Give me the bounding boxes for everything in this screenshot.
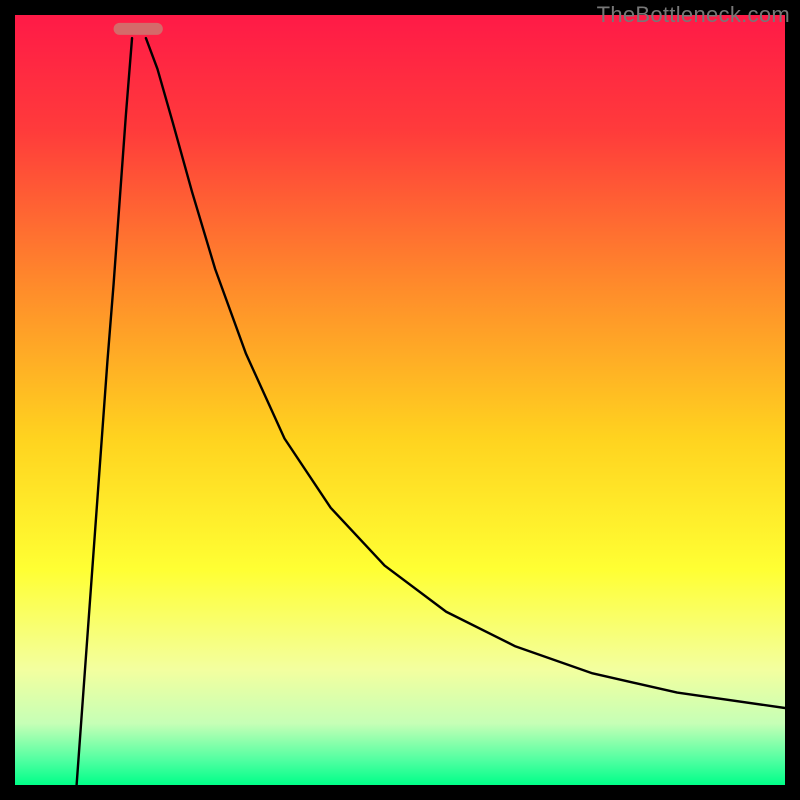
watermark-text: TheBottleneck.com — [597, 2, 790, 28]
marker-pill — [114, 23, 163, 35]
plot-area — [15, 15, 785, 785]
chart-frame: TheBottleneck.com — [0, 0, 800, 800]
chart-svg — [15, 15, 785, 785]
bottom-marker — [114, 23, 163, 35]
gradient-background — [15, 15, 785, 785]
